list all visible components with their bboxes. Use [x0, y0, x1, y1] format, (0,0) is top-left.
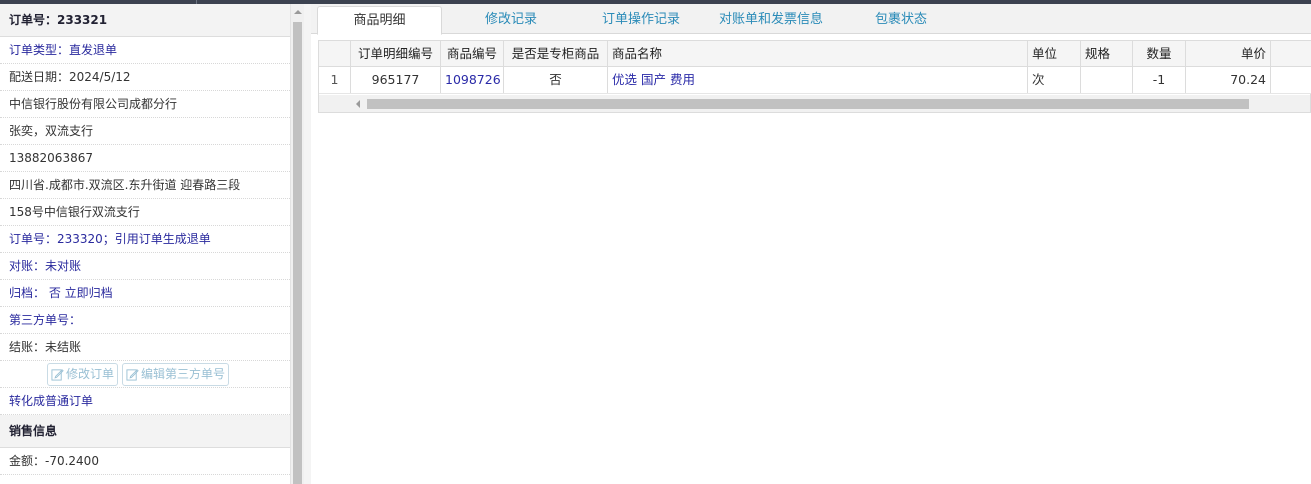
order-type: 订单类型：直发退单 [0, 37, 290, 64]
cell-spec [1081, 67, 1133, 93]
third-party-number: 第三方单号： [0, 307, 290, 334]
column-header-product-name[interactable]: 商品名称 [608, 41, 1028, 66]
order-info-panel: 订单号：233321 订单类型：直发退单 配送日期：2024/5/12 中信银行… [0, 4, 290, 484]
order-number-header: 订单号：233321 [0, 4, 290, 37]
edit-order-button[interactable]: 修改订单 [47, 362, 119, 386]
archive-status[interactable]: 归档： 否 立即归档 [0, 280, 290, 307]
cell-filler [1271, 67, 1311, 93]
product-table: 订单明细编号 商品编号 是否是专柜商品 商品名称 单位 规格 数量 单价 1 9… [318, 40, 1311, 113]
table-header: 订单明细编号 商品编号 是否是专柜商品 商品名称 单位 规格 数量 单价 [319, 41, 1311, 67]
cell-unit: 次 [1028, 67, 1081, 93]
left-scrollbar-thumb[interactable] [293, 22, 302, 484]
settlement-status: 结账：未结账 [0, 334, 290, 361]
cell-detail-id: 965177 [351, 67, 441, 93]
column-header-filler [1271, 41, 1311, 66]
column-header-is-counter[interactable]: 是否是专柜商品 [504, 41, 608, 66]
company-name: 中信银行股份有限公司成都分行 [0, 91, 290, 118]
column-header-index [319, 41, 351, 66]
address-line-1: 四川省.成都市.双流区.东升街道 迎春路三段 [0, 172, 290, 199]
panel-divider [304, 4, 311, 484]
column-header-unit[interactable]: 单位 [1028, 41, 1081, 66]
horizontal-scrollbar-thumb[interactable] [367, 99, 1249, 109]
sales-info-header: 销售信息 [0, 415, 290, 448]
cell-is-counter: 否 [504, 67, 608, 93]
cell-quantity: -1 [1133, 67, 1186, 93]
edit-third-party-label: 编辑第三方单号 [141, 366, 226, 381]
column-header-spec[interactable]: 规格 [1081, 41, 1133, 66]
cell-unit-price: 70.24 [1186, 67, 1271, 93]
phone-number: 13882063867 [0, 145, 290, 172]
reconcile-status: 对账：未对账 [0, 253, 290, 280]
cell-product-name-link[interactable]: 优选 国产 费用 [608, 67, 1028, 93]
tab-statement-invoice[interactable]: 对账单和发票信息 [706, 6, 836, 34]
column-header-product-id[interactable]: 商品编号 [441, 41, 504, 66]
column-header-detail-id[interactable]: 订单明细编号 [351, 41, 441, 66]
edit-order-label: 修改订单 [66, 366, 115, 381]
tab-package-status[interactable]: 包裹状态 [846, 6, 956, 34]
cell-product-id-link[interactable]: 1098726 [441, 67, 504, 93]
order-actions: 修改订单 编辑第三方单号 [0, 361, 290, 388]
sales-amount: 金额：-70.2400 [0, 448, 290, 475]
left-scrollbar[interactable] [290, 4, 304, 484]
reference-order[interactable]: 订单号：233320；引用订单生成退单 [0, 226, 290, 253]
edit-third-party-button[interactable]: 编辑第三方单号 [122, 362, 230, 386]
address-line-2: 158号中信银行双流支行 [0, 199, 290, 226]
detail-panel: 商品明细 修改记录 订单操作记录 对账单和发票信息 包裹状态 订单明细编号 商品… [311, 4, 1311, 484]
edit-icon [126, 368, 139, 381]
tab-bar: 商品明细 修改记录 订单操作记录 对账单和发票信息 包裹状态 [311, 4, 1311, 35]
tab-modify-records[interactable]: 修改记录 [456, 6, 566, 34]
table-row[interactable]: 1 965177 1098726 否 优选 国产 费用 次 -1 70.24 [319, 67, 1311, 94]
tab-product-details[interactable]: 商品明细 [317, 6, 442, 35]
delivery-date: 配送日期：2024/5/12 [0, 64, 290, 91]
convert-normal-order-link[interactable]: 转化成普通订单 [0, 388, 290, 415]
row-index: 1 [319, 67, 351, 93]
contact-name: 张奕，双流支行 [0, 118, 290, 145]
edit-icon [51, 368, 64, 381]
scroll-up-arrow-icon[interactable] [294, 10, 302, 14]
column-header-quantity[interactable]: 数量 [1133, 41, 1186, 66]
table-horizontal-scrollbar[interactable] [319, 95, 1310, 112]
scroll-left-arrow-icon[interactable] [356, 100, 360, 108]
column-header-unit-price[interactable]: 单价 [1186, 41, 1271, 66]
tab-order-operation-records[interactable]: 订单操作记录 [581, 6, 701, 34]
